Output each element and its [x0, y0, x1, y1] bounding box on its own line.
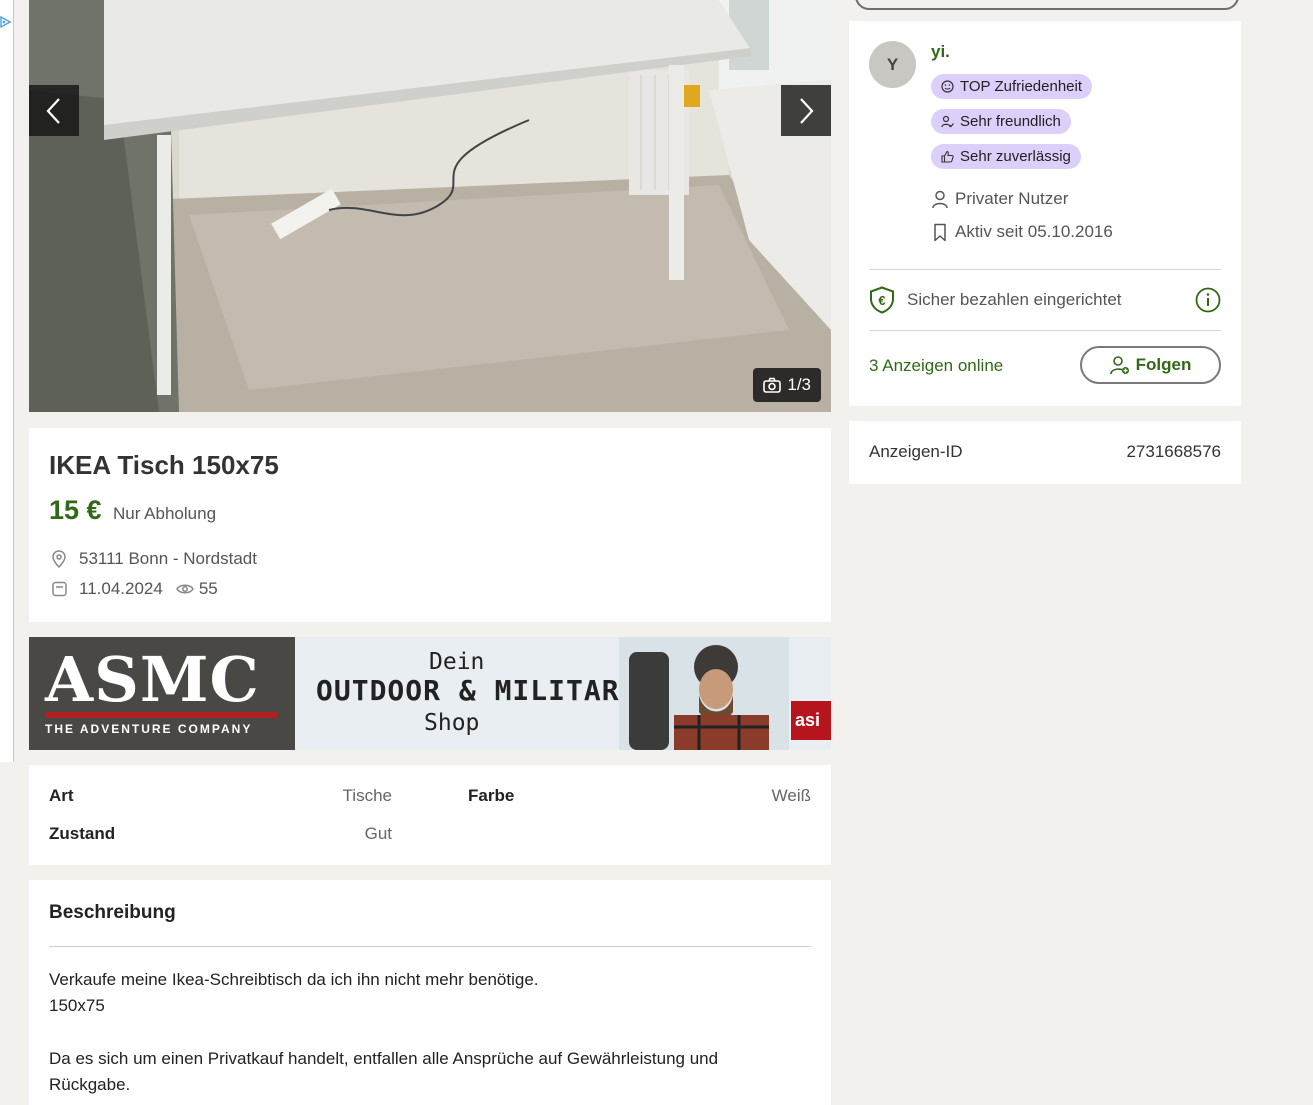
smiley-icon: [941, 80, 954, 93]
badge-friendly: Sehr freundlich: [931, 109, 1071, 134]
divider: [869, 269, 1221, 270]
banner-logo-text: ASMC: [45, 643, 260, 716]
chevron-right-icon: [800, 97, 814, 124]
follow-label: Folgen: [1135, 355, 1192, 374]
badge-label: Sehr zuverlässig: [960, 148, 1071, 165]
eye-icon: [175, 579, 195, 599]
active-since-row: Aktiv seit 05.10.2016: [931, 222, 1113, 242]
seller-card: Y yi. TOP Zufriedenheit Sehr freundlich …: [849, 21, 1241, 406]
avatar[interactable]: Y: [869, 41, 916, 88]
image-counter: 1/3: [753, 368, 821, 402]
user-type-row: Privater Nutzer: [931, 189, 1068, 209]
banner-line-3: Shop: [424, 710, 480, 736]
divider: [869, 330, 1221, 331]
image-counter-text: 1/3: [787, 375, 811, 394]
banner-logo-subtitle: THE ADVENTURE COMPANY: [45, 722, 253, 736]
badge-top-satisfaction: TOP Zufriedenheit: [931, 74, 1093, 99]
adchoices-icon[interactable]: [0, 16, 12, 28]
gallery-prev-button[interactable]: [29, 85, 79, 136]
view-count-text: 55: [198, 579, 218, 598]
attribute-value-art: Tische: [342, 786, 392, 805]
description-title: Beschreibung: [49, 902, 176, 923]
description-divider: [49, 946, 811, 947]
banner-brand-tab: asi: [791, 701, 831, 740]
attribute-label-zustand: Zustand: [49, 824, 116, 843]
attribute-value-farbe: Weiß: [771, 786, 811, 805]
image-gallery[interactable]: 1/3: [29, 0, 831, 412]
svg-text:€: €: [878, 293, 885, 308]
attribute-list: Art Tische Farbe Weiß Zustand Gut: [29, 765, 831, 865]
attribute-label-farbe: Farbe: [468, 786, 515, 805]
ad-id-value: 2731668576: [1126, 442, 1221, 461]
contact-button-edge[interactable]: [855, 0, 1239, 10]
gallery-next-button[interactable]: [781, 85, 831, 136]
secure-payment-row: € Sicher bezahlen eingerichtet: [869, 286, 1122, 314]
date-row: 11.04.2024 55: [49, 579, 218, 599]
user-icon: [932, 190, 948, 208]
active-since: Aktiv seit 05.10.2016: [955, 222, 1113, 241]
badge-reliable: Sehr zuverlässig: [931, 144, 1081, 169]
location-pin-icon: [49, 549, 69, 569]
follow-button[interactable]: Folgen: [1080, 346, 1221, 384]
listing-summary: IKEA Tisch 150x75 15 € Nur Abholung 5311…: [29, 428, 831, 622]
banner-hiker-image: [619, 637, 789, 750]
description-line: 150x75: [49, 996, 105, 1015]
calendar-icon: [49, 579, 69, 599]
banner-logo: ASMC THE ADVENTURE COMPANY: [29, 637, 295, 750]
listing-title: IKEA Tisch 150x75: [49, 450, 279, 480]
description-section: Beschreibung Verkaufe meine Ikea-Schreib…: [29, 880, 831, 1105]
bookmark-icon: [934, 223, 946, 241]
seller-ads-online-link[interactable]: 3 Anzeigen online: [869, 356, 1003, 376]
left-ad-strip: [0, 0, 14, 762]
banner-line-2: OUTDOOR & MILITARY: [316, 674, 638, 707]
seller-name[interactable]: yi.: [931, 42, 950, 62]
chevron-left-icon: [46, 97, 60, 124]
friendly-user-icon: [941, 115, 954, 128]
listing-price: 15 €: [49, 495, 102, 525]
ad-id-label: Anzeigen-ID: [869, 442, 963, 461]
user-plus-icon: [1109, 356, 1129, 375]
location-text[interactable]: 53111 Bonn - Nordstadt: [79, 549, 257, 569]
attribute-label-art: Art: [49, 786, 74, 805]
post-date: 11.04.2024: [79, 579, 163, 598]
camera-icon: [763, 377, 782, 393]
listing-photo: [29, 0, 831, 412]
ad-id-card: Anzeigen-ID 2731668576: [849, 421, 1241, 484]
info-icon[interactable]: [1195, 287, 1221, 313]
location-row: 53111 Bonn - Nordstadt: [49, 549, 257, 569]
shield-euro-icon: €: [870, 286, 894, 314]
description-line: Da es sich um einen Privatkauf handelt, …: [49, 1049, 719, 1068]
secure-payment-text: Sicher bezahlen eingerichtet: [907, 290, 1122, 309]
view-count: 55: [175, 579, 218, 599]
description-line: Verkaufe meine Ikea-Schreibtisch da ich …: [49, 970, 539, 989]
banner-line-1: Dein: [429, 649, 485, 675]
user-type: Privater Nutzer: [955, 189, 1069, 208]
advertising-banner[interactable]: ASMC THE ADVENTURE COMPANY Dein OUTDOOR …: [29, 637, 831, 750]
banner-logo-bar: [45, 712, 277, 718]
badge-label: TOP Zufriedenheit: [960, 78, 1083, 95]
description-line: Rückgabe.: [49, 1075, 131, 1094]
attribute-value-zustand: Gut: [364, 824, 392, 843]
thumbs-up-icon: [941, 150, 954, 163]
badge-label: Sehr freundlich: [960, 113, 1061, 130]
shipping-info: Nur Abholung: [113, 504, 217, 523]
